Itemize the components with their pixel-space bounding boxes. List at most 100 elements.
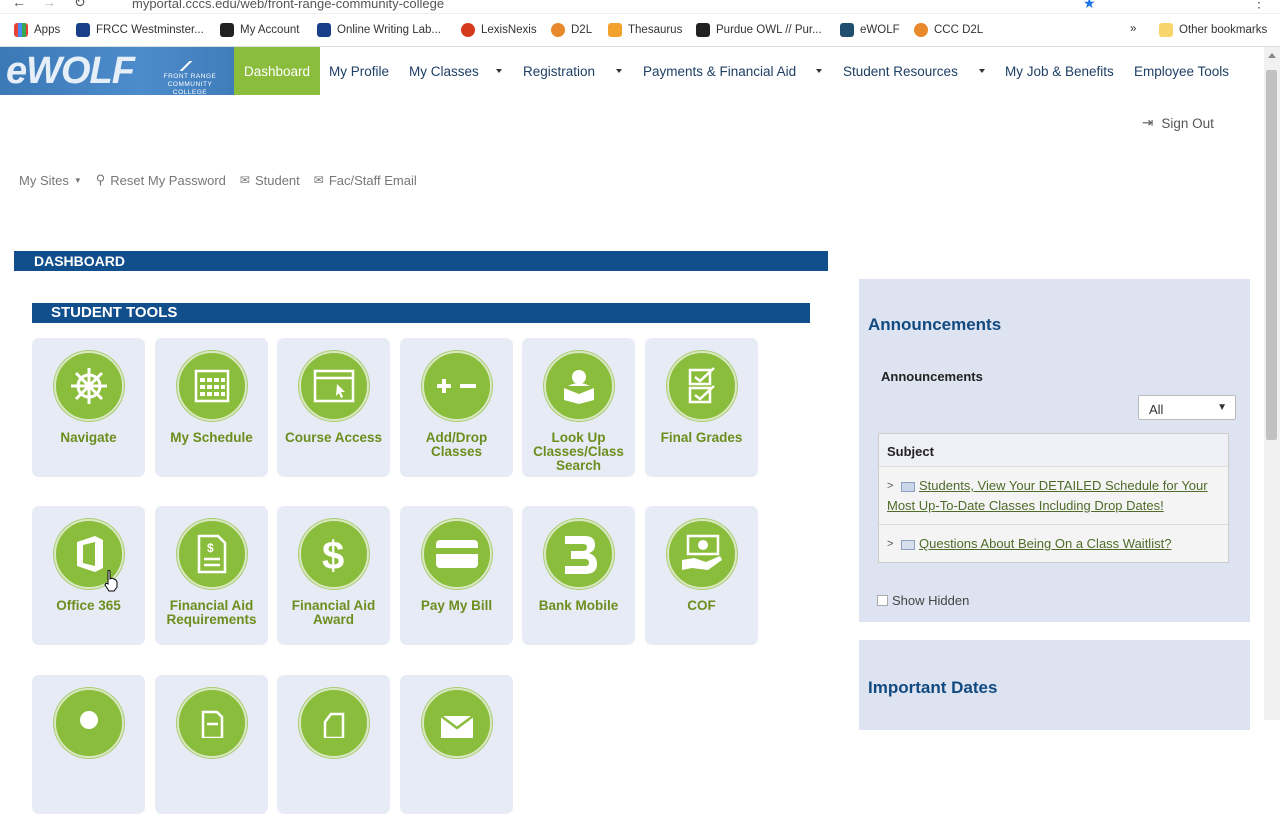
back-icon[interactable]: ← [12, 0, 26, 10]
bookmark-d2l[interactable]: D2L [551, 23, 592, 37]
nav-job-benefits[interactable]: My Job & Benefits [1005, 47, 1114, 95]
mountain-icon [166, 61, 214, 71]
dashboard-heading: DASHBOARD [14, 251, 828, 271]
bookmark-apps[interactable]: Apps [14, 23, 60, 37]
calendar-icon [177, 351, 247, 421]
svg-text:$: $ [207, 541, 214, 555]
tool-navigate[interactable]: Navigate [32, 338, 145, 477]
nav-student-resources[interactable]: Student Resources [843, 47, 958, 95]
d2l-icon [551, 23, 565, 37]
show-hidden-checkbox[interactable]: Show Hidden [877, 593, 969, 608]
key-icon: ⚲ [95, 172, 106, 187]
nav-my-classes[interactable]: My Classes [409, 47, 479, 95]
bookmarks-overflow[interactable]: » [1130, 23, 1136, 35]
tool-bank-mobile[interactable]: Bank Mobile [522, 506, 635, 645]
chevron-right-icon[interactable]: > [887, 534, 893, 554]
checklist-icon [667, 351, 737, 421]
reset-password-link[interactable]: ⚲ Reset My Password [96, 172, 226, 188]
frcc-icon [317, 23, 331, 37]
nav-registration[interactable]: Registration [523, 47, 595, 95]
scroll-up-arrow-icon[interactable] [1268, 53, 1276, 58]
announcement-row[interactable]: > Questions About Being On a Class Waitl… [879, 525, 1228, 562]
bookmark-other[interactable]: Other bookmarks [1159, 23, 1267, 37]
file-icon [299, 688, 369, 758]
announcements-table: Subject > Students, View Your DETAILED S… [878, 433, 1229, 563]
tool-financial-aid-award[interactable]: $ Financial Aid Award [277, 506, 390, 645]
bookmark-thesaurus[interactable]: Thesaurus [608, 23, 682, 37]
chevron-down-icon[interactable] [616, 69, 622, 73]
announcements-title: Announcements [868, 315, 1002, 334]
lexisnexis-icon [461, 23, 475, 37]
bookmark-lexisnexis[interactable]: LexisNexis [461, 23, 537, 37]
bank-mobile-icon [544, 519, 614, 589]
chevron-down-icon[interactable] [496, 69, 502, 73]
column-header-subject: Subject [879, 434, 1228, 467]
bookmark-frcc[interactable]: FRCC Westminster... [76, 23, 204, 37]
menu-dots-icon[interactable]: ⋮ [1252, 0, 1266, 11]
tool-office-365[interactable]: Office 365 [32, 506, 145, 645]
d2l-icon [914, 23, 928, 37]
tool-partial-document[interactable] [155, 675, 268, 814]
x-icon [220, 23, 234, 37]
chevron-down-icon[interactable] [979, 69, 985, 73]
nav-employee-tools[interactable]: Employee Tools [1134, 47, 1229, 95]
nav-payments[interactable]: Payments & Financial Aid [643, 47, 796, 95]
browser-address-bar: ← → ↻ myportal.cccs.edu/web/front-range-… [0, 0, 1280, 14]
chevron-right-icon[interactable]: > [887, 476, 893, 496]
sign-out-link[interactable]: ⇥ Sign Out [1142, 115, 1214, 131]
tool-my-schedule[interactable]: My Schedule [155, 338, 268, 477]
document-icon [177, 688, 247, 758]
logo-text: eWOLF [6, 50, 135, 92]
envelope-open-icon [901, 481, 915, 492]
announcement-link[interactable]: Students, View Your DETAILED Schedule fo… [887, 478, 1208, 513]
announcements-filter-select[interactable]: All ▼ [1138, 395, 1236, 420]
bookmark-ccc-d2l[interactable]: CCC D2L [914, 23, 983, 37]
tool-financial-aid-requirements[interactable]: $ Financial Aid Requirements [155, 506, 268, 645]
person-icon [54, 688, 124, 758]
reload-icon[interactable]: ↻ [74, 0, 86, 11]
tool-cof[interactable]: COF [645, 506, 758, 645]
bookmark-star-icon[interactable]: ★ [1083, 0, 1096, 12]
document-dollar-icon: $ [177, 519, 247, 589]
forward-icon[interactable]: → [42, 0, 56, 10]
bookmark-my-account[interactable]: My Account [220, 23, 299, 37]
top-navigation: eWOLF FRONT RANGE COMMUNITY COLLEGE Dash… [0, 47, 1264, 96]
tool-course-access[interactable]: Course Access [277, 338, 390, 477]
mail-icon [422, 688, 492, 758]
apps-grid-icon [14, 23, 28, 37]
bookmark-purdue-owl[interactable]: Purdue OWL // Pur... [696, 23, 822, 37]
select-arrow-icon: ▼ [1217, 402, 1227, 413]
announcement-row[interactable]: > Students, View Your DETAILED Schedule … [879, 467, 1228, 525]
tool-partial-mail[interactable] [400, 675, 513, 814]
fac-staff-email-link[interactable]: ✉ Fac/Staff Email [314, 172, 417, 188]
page-scrollbar[interactable] [1264, 47, 1280, 720]
bookmarks-bar: Apps FRCC Westminster... My Account Onli… [0, 14, 1280, 47]
money-hand-icon [667, 519, 737, 589]
bookmark-ewolf[interactable]: eWOLF [840, 23, 900, 37]
tool-partial-file[interactable] [277, 675, 390, 814]
important-dates-title: Important Dates [868, 678, 998, 697]
ship-wheel-icon [54, 351, 124, 421]
ewolf-logo[interactable]: eWOLF FRONT RANGE COMMUNITY COLLEGE [0, 47, 234, 96]
checkbox-icon[interactable] [877, 595, 888, 606]
student-email-link[interactable]: ✉ Student [240, 172, 300, 188]
nav-dashboard[interactable]: Dashboard [234, 47, 321, 95]
folder-icon [1159, 23, 1173, 37]
tool-partial-person[interactable] [32, 675, 145, 814]
ewolf-icon [840, 23, 854, 37]
chevron-down-icon[interactable] [816, 69, 822, 73]
scrollbar-thumb[interactable] [1266, 70, 1277, 440]
envelope-icon: ✉ [239, 173, 250, 187]
url-text[interactable]: myportal.cccs.edu/web/front-range-commun… [132, 0, 444, 11]
tool-pay-my-bill[interactable]: Pay My Bill [400, 506, 513, 645]
nav-my-profile[interactable]: My Profile [329, 47, 389, 95]
bookmark-writing-lab[interactable]: Online Writing Lab... [317, 23, 441, 37]
tool-class-search[interactable]: Look Up Classes/Class Search [522, 338, 635, 477]
dollar-icon: $ [299, 519, 369, 589]
tool-add-drop[interactable]: Add/Drop Classes [400, 338, 513, 477]
frcc-icon [76, 23, 90, 37]
announcement-link[interactable]: Questions About Being On a Class Waitlis… [919, 536, 1171, 551]
my-sites-dropdown[interactable]: My Sites ▼ [19, 172, 82, 188]
envelope-outline-icon: ✉ [313, 173, 324, 187]
tool-final-grades[interactable]: Final Grades [645, 338, 758, 477]
